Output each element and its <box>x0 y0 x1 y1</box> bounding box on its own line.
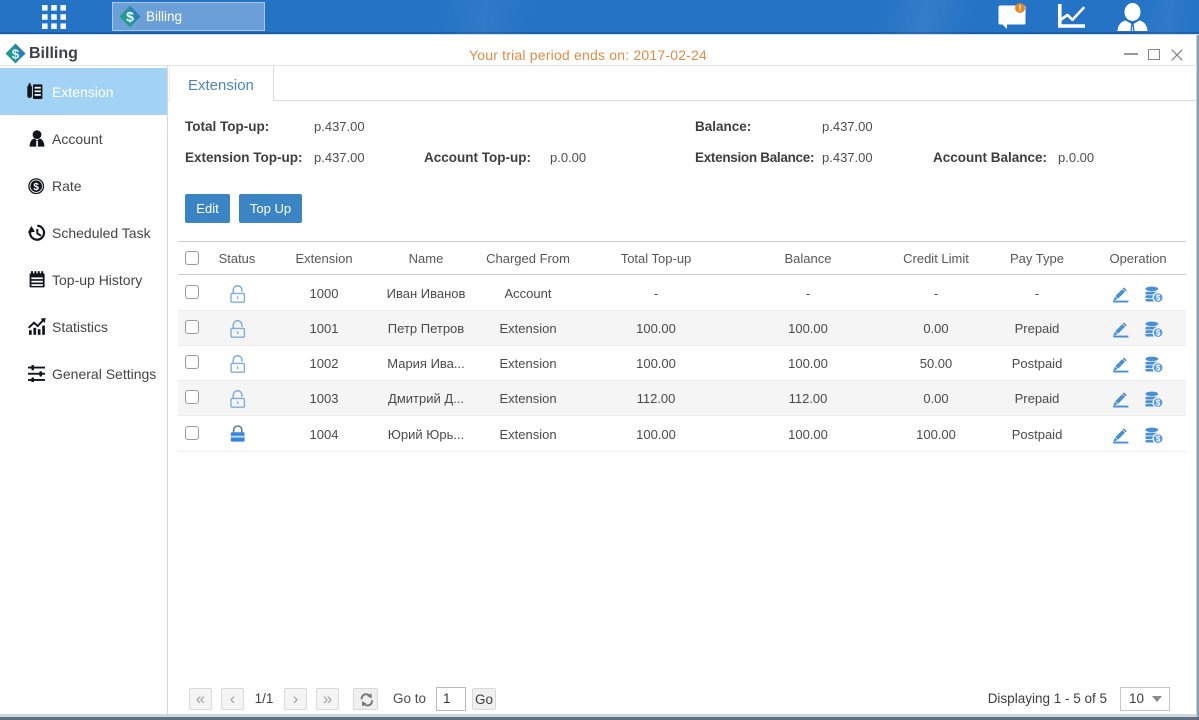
svg-text:$: $ <box>1156 435 1161 444</box>
svg-text:!: ! <box>1019 4 1022 13</box>
svg-text:$: $ <box>1156 294 1161 303</box>
svg-text:$: $ <box>1156 364 1161 373</box>
svg-text:$: $ <box>1156 399 1161 408</box>
svg-text:$: $ <box>33 182 39 193</box>
svg-text:$: $ <box>126 9 134 25</box>
svg-text:$: $ <box>1156 329 1161 338</box>
